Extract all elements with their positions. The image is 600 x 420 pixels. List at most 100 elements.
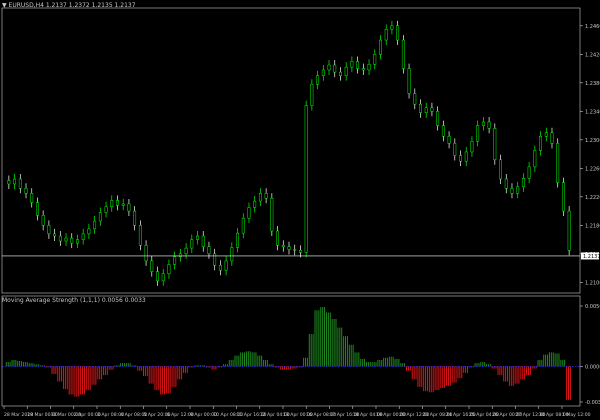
- candle-body: [207, 246, 211, 255]
- candle: [361, 63, 365, 75]
- candle: [47, 220, 51, 239]
- histogram-bar: [566, 366, 571, 400]
- candle: [218, 260, 222, 276]
- candle-body: [533, 150, 537, 168]
- histogram-bar: [400, 363, 406, 367]
- candle: [110, 195, 114, 212]
- indicator-tick-label: -0.0033: [585, 400, 600, 406]
- candle-body: [521, 178, 525, 188]
- candle-body: [121, 203, 125, 206]
- histogram-bar: [383, 357, 388, 367]
- candle-body: [447, 136, 451, 144]
- candle: [264, 188, 268, 204]
- candle-body: [236, 232, 239, 248]
- candle-body: [241, 217, 245, 234]
- candle: [13, 174, 17, 189]
- histogram-bar: [234, 355, 240, 367]
- histogram-bar: [411, 366, 417, 380]
- candle: [527, 161, 531, 184]
- candle-body: [430, 107, 434, 112]
- histogram-bar: [108, 366, 114, 370]
- candle: [556, 138, 560, 188]
- candle: [310, 79, 314, 111]
- candle: [30, 188, 34, 208]
- histogram-bar: [446, 366, 451, 386]
- histogram-bar: [160, 366, 165, 395]
- candle: [544, 127, 548, 142]
- histogram-bar: [97, 366, 103, 380]
- histogram-bar: [211, 366, 217, 370]
- indicator-tick-label: 0.0000: [585, 364, 600, 370]
- candle: [499, 154, 502, 184]
- candle-body: [390, 25, 394, 30]
- candle-body: [516, 186, 520, 194]
- candle: [396, 20, 400, 46]
- candle: [41, 210, 45, 231]
- candle-body: [30, 193, 34, 203]
- histogram-bar: [543, 354, 549, 367]
- candle: [504, 174, 508, 194]
- histogram-bar: [154, 366, 160, 391]
- candle: [321, 65, 325, 81]
- histogram-bar: [251, 352, 257, 367]
- candle-body: [218, 264, 222, 271]
- histogram-bar: [360, 358, 366, 367]
- histogram-bar: [388, 356, 394, 367]
- candle-body: [424, 107, 428, 113]
- candle-body: [504, 178, 508, 189]
- candle-body: [70, 237, 74, 244]
- histogram-bar: [554, 353, 560, 367]
- histogram-bar: [68, 366, 74, 395]
- candle: [521, 173, 525, 192]
- candle: [58, 231, 62, 246]
- trading-terminal: 1.2460 1.2420 1.2380 1.2340 1.2300 1.2260 1.22…: [0, 0, 600, 420]
- candle: [173, 251, 177, 270]
- candle: [18, 174, 22, 194]
- candle: [476, 120, 480, 147]
- candle: [333, 60, 337, 78]
- candle: [373, 49, 377, 70]
- candle: [293, 244, 297, 256]
- candle-body: [344, 66, 348, 76]
- candle-body: [53, 233, 57, 237]
- candle-body: [81, 233, 85, 240]
- candle-body: [87, 228, 91, 235]
- histogram-bar: [354, 352, 360, 367]
- histogram-bar: [177, 366, 183, 380]
- candle-body: [281, 245, 285, 247]
- candle-body: [287, 246, 291, 250]
- histogram-bar: [508, 366, 514, 386]
- candle: [184, 243, 188, 259]
- candle-body: [47, 225, 51, 235]
- candle: [510, 183, 514, 199]
- candle: [247, 202, 251, 224]
- histogram-bar: [537, 359, 543, 367]
- candle-body: [413, 93, 417, 105]
- candle: [344, 62, 348, 81]
- candle-body: [13, 178, 17, 185]
- histogram-bar: [240, 352, 246, 367]
- price-tick-label: 1.2220: [585, 195, 600, 201]
- candle: [464, 146, 468, 167]
- histogram-bar: [503, 366, 509, 382]
- candle-body: [110, 200, 114, 208]
- histogram-bar: [285, 366, 291, 370]
- histogram-bar: [325, 312, 331, 367]
- candle: [561, 177, 565, 217]
- histogram-bar: [365, 362, 371, 367]
- candle: [550, 127, 554, 149]
- candle-body: [161, 273, 165, 282]
- candle: [253, 196, 257, 213]
- chart-canvas[interactable]: 1.2460 1.2420 1.2380 1.2340 1.2300 1.2260 1.22…: [0, 0, 600, 420]
- histogram-bar: [377, 359, 383, 367]
- candle-body: [35, 202, 39, 216]
- candle: [270, 193, 274, 236]
- candle-body: [321, 69, 325, 76]
- candle-body: [539, 136, 543, 151]
- candle-body: [196, 235, 199, 240]
- candle-body: [93, 220, 97, 230]
- candle: [144, 240, 148, 266]
- histogram-bar: [423, 366, 428, 392]
- candle: [356, 56, 360, 74]
- candle-body: [556, 143, 560, 183]
